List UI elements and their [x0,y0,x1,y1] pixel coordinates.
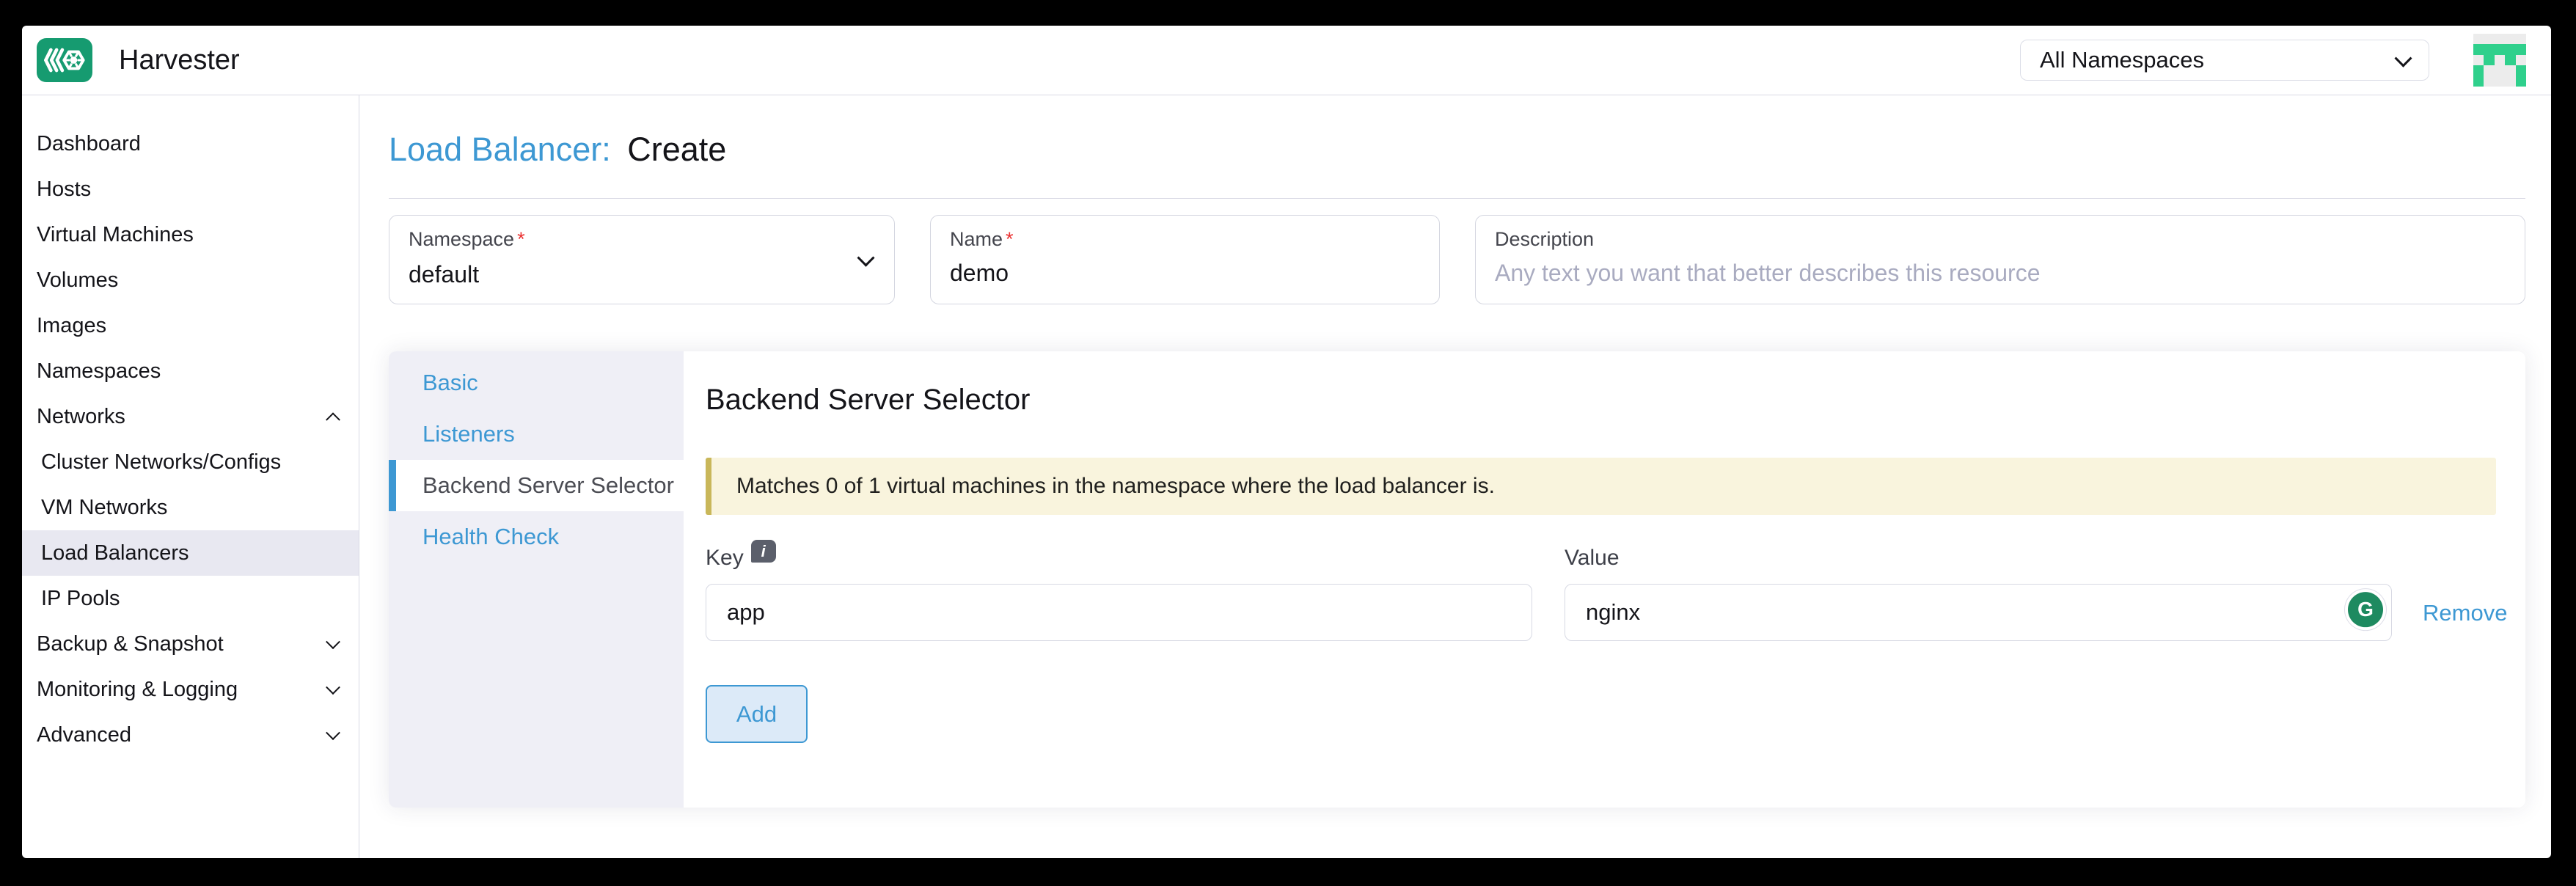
namespace-filter-value: All Namespaces [2040,47,2204,73]
chevron-down-icon [326,634,340,649]
sidebar-item-virtual-machines[interactable]: Virtual Machines [22,212,359,257]
tab-label: Listeners [422,421,515,447]
metadata-form-row: Namespace* default Name* Description [389,215,2525,304]
sidebar-item-label: Hosts [37,177,91,202]
sidebar-item-vm-networks[interactable]: VM Networks [22,485,359,530]
tab-panel-backend-server-selector: Backend Server Selector Matches 0 of 1 v… [684,351,2525,808]
info-icon[interactable]: i [751,540,776,563]
tab-listeners[interactable]: Listeners [389,409,684,460]
tab-list: Basic Listeners Backend Server Selector … [389,351,684,808]
sidebar-item-namespaces[interactable]: Namespaces [22,348,359,394]
sidebar-item-label: Cluster Networks/Configs [41,450,281,475]
sidebar-item-label: Monitoring & Logging [37,678,238,702]
main-content: Load Balancer: Create Namespace* default… [359,95,2551,858]
tab-label: Health Check [422,524,559,550]
sidebar-item-ip-pools[interactable]: IP Pools [22,576,359,621]
value-label: Value [1565,546,2392,571]
required-marker: * [1006,228,1014,250]
remove-link[interactable]: Remove [2423,600,2507,626]
page-title-action: Create [627,131,726,168]
required-marker: * [517,228,525,250]
namespace-label: Namespace* [409,228,875,251]
selector-value-field: Value G [1565,546,2392,641]
chevron-up-icon [326,412,340,427]
tab-backend-server-selector[interactable]: Backend Server Selector [389,460,684,511]
harvester-logo-icon[interactable] [37,38,92,82]
description-field[interactable]: Description [1475,215,2525,304]
name-label: Name* [950,228,1420,251]
title-divider [389,198,2525,199]
tab-basic[interactable]: Basic [389,357,684,409]
app-title: Harvester [119,45,240,76]
namespace-select[interactable]: Namespace* default [389,215,895,304]
description-label: Description [1495,228,2506,251]
sidebar-item-label: Volumes [37,268,118,293]
value-input[interactable] [1565,584,2392,641]
sidebar-item-load-balancers[interactable]: Load Balancers [22,530,359,576]
add-button[interactable]: Add [706,685,808,743]
description-input[interactable] [1495,260,2506,287]
name-input[interactable] [950,260,1420,287]
top-bar: Harvester All Namespaces [22,26,2551,95]
sidebar-item-label: VM Networks [41,496,167,520]
top-bar-right: All Namespaces [2020,34,2526,87]
match-warning-text: Matches 0 of 1 virtual machines in the n… [736,474,1495,499]
sidebar-item-networks[interactable]: Networks [22,394,359,439]
sidebar-item-label: Advanced [37,723,131,747]
create-form-card: Basic Listeners Backend Server Selector … [389,351,2525,808]
sidebar-item-hosts[interactable]: Hosts [22,166,359,212]
sidebar-item-label: Virtual Machines [37,223,194,247]
sidebar: Dashboard Hosts Virtual Machines Volumes… [22,95,359,858]
tab-label: Backend Server Selector [422,472,674,499]
sidebar-item-label: Images [37,314,106,338]
selector-key-field: Key i [706,546,1532,641]
sidebar-item-images[interactable]: Images [22,303,359,348]
avatar[interactable] [2473,34,2526,87]
harvester-logo-glyph [44,45,85,76]
selector-kv-row: Key i Value [706,546,2496,641]
app-window: Harvester All Namespaces Dashboard Hosts… [22,26,2551,858]
sidebar-item-dashboard[interactable]: Dashboard [22,121,359,166]
sidebar-item-label: Load Balancers [41,541,189,565]
sidebar-item-advanced[interactable]: Advanced [22,712,359,758]
panel-heading: Backend Server Selector [706,384,2496,417]
key-label: Key i [706,546,1532,571]
sidebar-item-label: IP Pools [41,587,120,611]
match-warning-banner: Matches 0 of 1 virtual machines in the n… [706,458,2496,515]
sidebar-item-cluster-networks-configs[interactable]: Cluster Networks/Configs [22,439,359,485]
page-title: Load Balancer: Create [389,131,2525,169]
name-field[interactable]: Name* [930,215,1440,304]
sidebar-item-backup-snapshot[interactable]: Backup & Snapshot [22,621,359,667]
sidebar-item-label: Namespaces [37,359,161,384]
tab-health-check[interactable]: Health Check [389,511,684,563]
grammarly-icon[interactable]: G [2348,592,2383,627]
sidebar-item-label: Backup & Snapshot [37,632,224,656]
sidebar-item-monitoring-logging[interactable]: Monitoring & Logging [22,667,359,712]
namespace-value: default [409,261,875,288]
sidebar-item-label: Networks [37,405,125,429]
page-title-resource: Load Balancer: [389,131,611,168]
chevron-down-icon [2394,49,2412,67]
chevron-down-icon [326,680,340,695]
key-input[interactable] [706,584,1532,641]
namespace-filter-select[interactable]: All Namespaces [2020,40,2429,81]
chevron-down-icon [326,725,340,740]
tab-label: Basic [422,370,478,396]
sidebar-item-label: Dashboard [37,132,141,156]
sidebar-item-volumes[interactable]: Volumes [22,257,359,303]
